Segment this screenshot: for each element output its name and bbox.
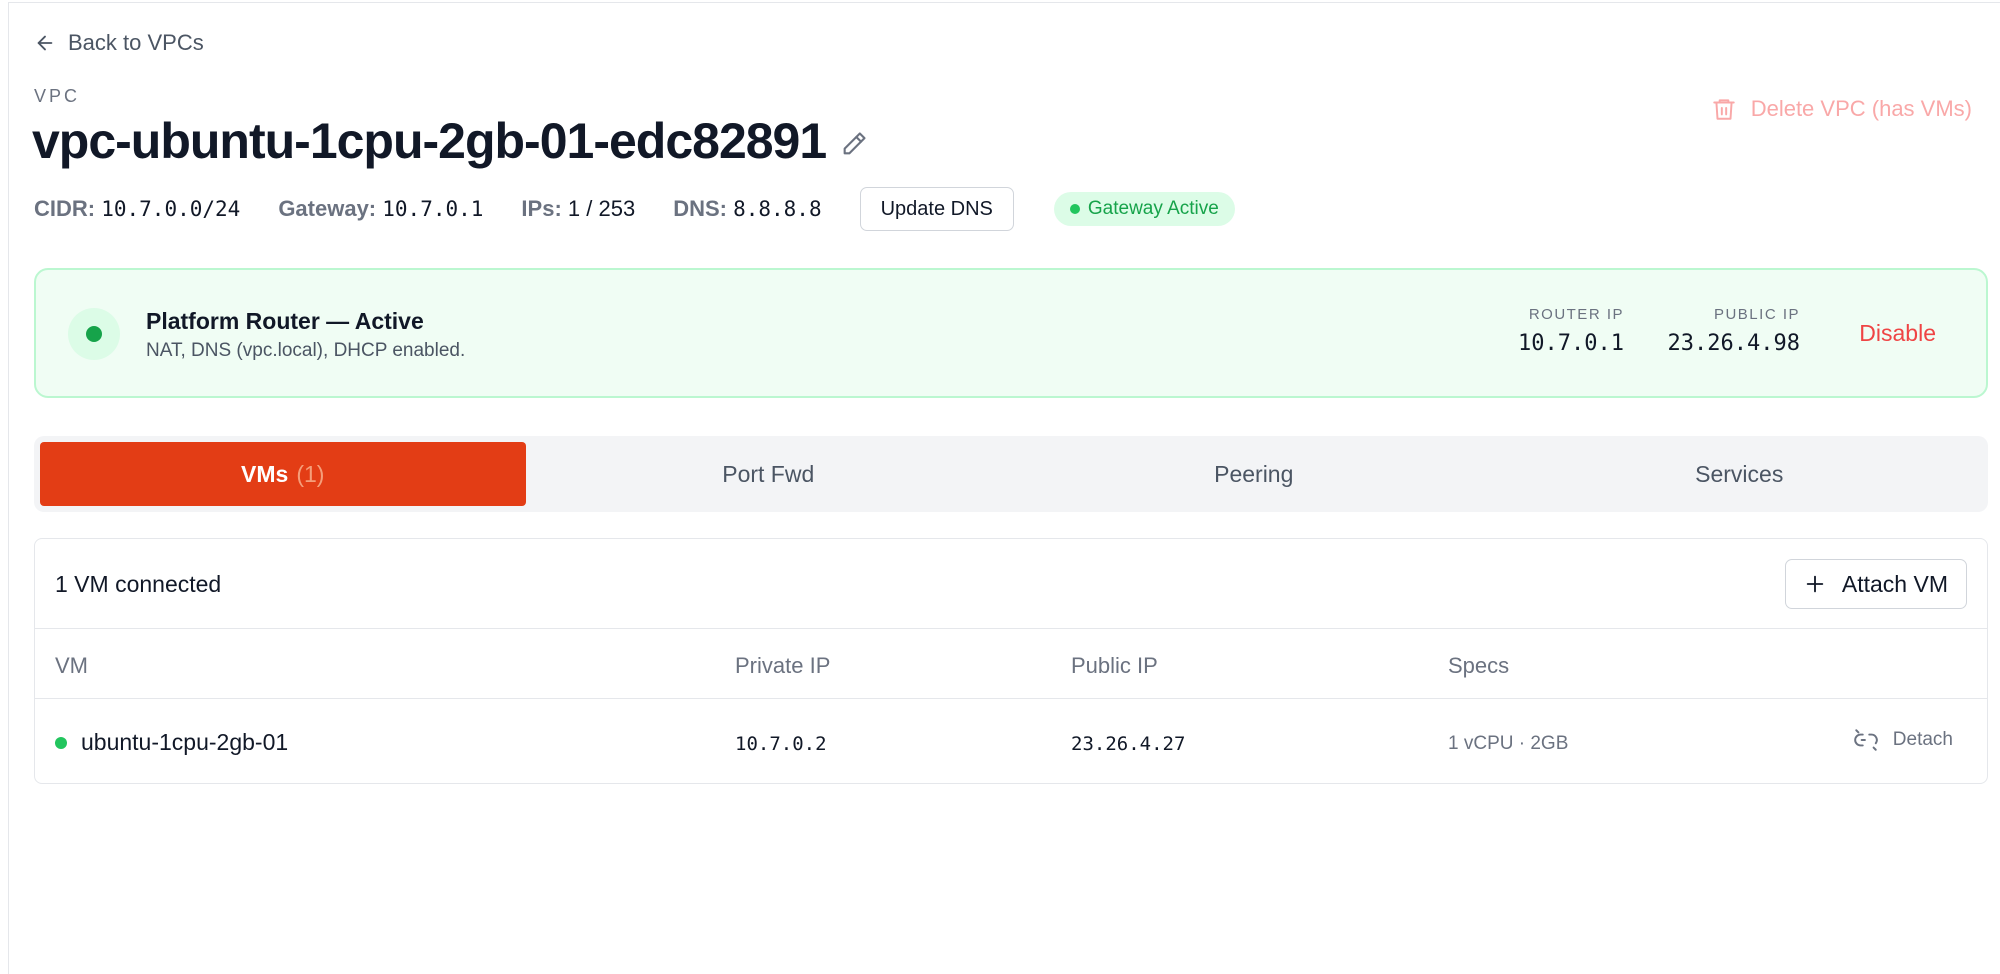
- ips-meta: IPs: 1 / 253: [521, 196, 636, 221]
- arrow-left-icon: [37, 35, 53, 51]
- page-eyebrow: VPC: [34, 86, 81, 106]
- tab-vms[interactable]: VMs (1): [40, 442, 526, 506]
- gateway-status-label: Gateway Active: [1087, 198, 1219, 219]
- tab-peering[interactable]: Peering: [1011, 442, 1497, 506]
- back-to-vpcs-link[interactable]: Back to VPCs: [34, 30, 204, 56]
- pencil-icon[interactable]: [840, 130, 868, 158]
- delete-vpc-button[interactable]: Delete VPC (has VMs): [1711, 96, 1972, 122]
- router-status-icon: [68, 308, 120, 360]
- update-dns-button[interactable]: Update DNS: [859, 187, 1014, 231]
- vm-public-ip: 23.26.4.27: [1071, 733, 1186, 755]
- vm-specs: 1 vCPU · 2GB: [1448, 733, 1569, 754]
- status-dot-icon: [1069, 204, 1080, 214]
- vpc-tabs: VMs (1) Port Fwd Peering Services: [34, 436, 1988, 512]
- plus-icon: [1806, 575, 1824, 593]
- column-vm: VM: [55, 653, 88, 678]
- router-ip-label: ROUTER IP: [1528, 306, 1624, 323]
- gateway-status-badge: Gateway Active: [1053, 192, 1235, 226]
- tab-port-fwd[interactable]: Port Fwd: [526, 442, 1012, 506]
- column-public-ip: Public IP: [1071, 653, 1158, 678]
- vm-status-dot-icon: [55, 736, 67, 749]
- attach-vm-label: Attach VM: [1841, 570, 1948, 597]
- tab-services[interactable]: Services: [1497, 442, 1983, 506]
- cidr-meta: CIDR: 10.7.0.0/24: [34, 196, 241, 221]
- gateway-value: 10.7.0.1: [382, 197, 484, 221]
- dns-value: 8.8.8.8: [733, 197, 822, 221]
- cidr-value: 10.7.0.0/24: [101, 197, 241, 221]
- router-subtitle: NAT, DNS (vpc.local), DHCP enabled.: [146, 340, 466, 361]
- public-ip-label: PUBLIC IP: [1713, 306, 1800, 323]
- column-private-ip: Private IP: [735, 653, 831, 678]
- router-title: Platform Router — Active: [146, 308, 424, 334]
- vm-panel-header: 1 VM connected Attach VM: [35, 539, 1987, 629]
- unlink-icon: [1854, 729, 1878, 751]
- router-ip-value: 10.7.0.1: [1518, 331, 1624, 356]
- trash-icon: [1712, 99, 1735, 120]
- gateway-meta: Gateway: 10.7.0.1: [278, 196, 484, 221]
- page-title: vpc-ubuntu-1cpu-2gb-01-edc82891: [32, 113, 827, 169]
- public-ip-value: 23.26.4.98: [1667, 331, 1800, 356]
- disable-router-button[interactable]: Disable: [1859, 320, 1936, 347]
- ips-value: 1 / 253: [567, 196, 636, 221]
- vpc-meta-row: CIDR: 10.7.0.0/24 Gateway: 10.7.0.1 IPs:…: [34, 186, 1235, 232]
- table-row: ubuntu-1cpu-2gb-01 10.7.0.2 23.26.4.27 1…: [35, 699, 1987, 783]
- vm-panel: 1 VM connected Attach VM VM Private IP P…: [34, 538, 1988, 784]
- vm-count-label: 1 VM connected: [55, 571, 222, 597]
- vm-private-ip: 10.7.0.2: [735, 733, 827, 755]
- vm-name-cell[interactable]: ubuntu-1cpu-2gb-01: [55, 729, 288, 756]
- title-row: vpc-ubuntu-1cpu-2gb-01-edc82891: [32, 112, 868, 170]
- tab-vms-count: (1): [296, 460, 325, 487]
- attach-vm-button[interactable]: Attach VM: [1784, 559, 1967, 609]
- detach-vm-button[interactable]: Detach: [1853, 727, 1953, 753]
- column-specs: Specs: [1448, 653, 1510, 678]
- public-ip-stat: PUBLIC IP 23.26.4.98: [1668, 306, 1800, 356]
- detach-label: Detach: [1892, 729, 1953, 750]
- table-header: VM Private IP Public IP Specs: [35, 629, 1987, 699]
- vm-name: ubuntu-1cpu-2gb-01: [81, 729, 289, 755]
- dns-meta: DNS: 8.8.8.8: [673, 196, 822, 221]
- back-label: Back to VPCs: [68, 30, 204, 55]
- delete-vpc-label: Delete VPC (has VMs): [1750, 96, 1972, 121]
- platform-router-card: Platform Router — Active NAT, DNS (vpc.l…: [34, 268, 1988, 398]
- router-ip-stat: ROUTER IP 10.7.0.1: [1518, 306, 1624, 356]
